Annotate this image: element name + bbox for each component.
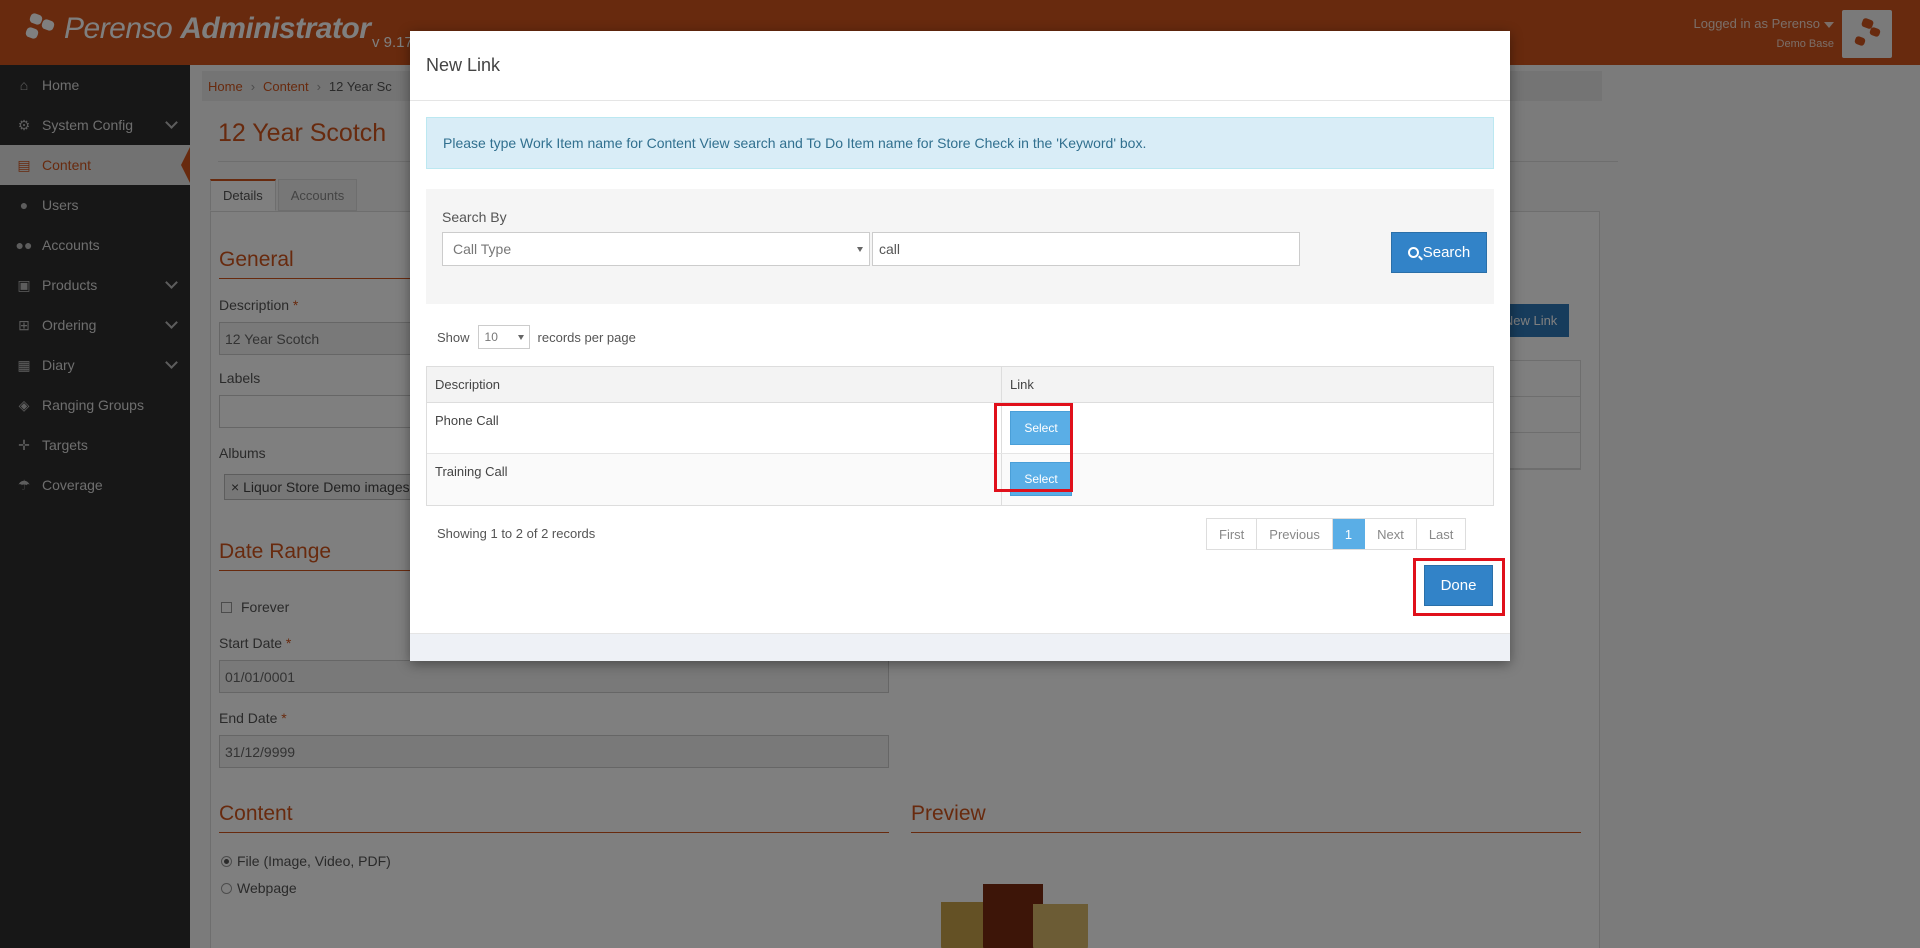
- search-icon: [1407, 247, 1419, 258]
- search-by-select[interactable]: Call Type: [442, 232, 870, 266]
- page-current[interactable]: 1: [1332, 519, 1366, 549]
- row-description: Phone Call: [427, 403, 1002, 453]
- caret-down-icon: [857, 247, 863, 252]
- search-by-label: Search By: [442, 209, 507, 225]
- modal-title: New Link: [426, 55, 501, 75]
- records-per-page-label: records per page: [537, 329, 636, 345]
- page-previous[interactable]: Previous: [1257, 519, 1333, 549]
- highlight-done-button: [1413, 558, 1505, 616]
- row-description: Training Call: [427, 454, 1002, 505]
- info-alert: Please type Work Item name for Content V…: [426, 117, 1494, 169]
- pagination: First Previous 1 Next Last: [1206, 518, 1467, 550]
- page-length-control: Show 10 records per page: [437, 325, 636, 349]
- column-link[interactable]: Link: [1002, 367, 1493, 402]
- column-description[interactable]: Description: [427, 367, 1002, 402]
- page-last[interactable]: Last: [1416, 519, 1466, 549]
- page-first[interactable]: First: [1207, 519, 1258, 549]
- row-link-cell: Select: [1002, 403, 1493, 453]
- modal-header: New Link: [410, 31, 1510, 101]
- row-link-cell: Select: [1002, 454, 1493, 505]
- table-row: Training Call Select: [427, 454, 1493, 505]
- show-label: Show: [437, 329, 470, 345]
- keyword-input[interactable]: call: [872, 232, 1300, 266]
- caret-down-icon: [517, 335, 524, 340]
- modal-footer: [410, 633, 1510, 661]
- new-link-modal: New Link Please type Work Item name for …: [410, 31, 1510, 661]
- table-header: Description Link: [427, 367, 1493, 403]
- page-next[interactable]: Next: [1365, 519, 1417, 549]
- table-row: Phone Call Select: [427, 403, 1493, 454]
- highlight-select-buttons: [994, 403, 1073, 492]
- table-info: Showing 1 to 2 of 2 records: [437, 526, 596, 541]
- search-button[interactable]: Search: [1391, 232, 1487, 273]
- page-length-select[interactable]: 10: [477, 325, 530, 349]
- results-table: Description Link Phone Call Select Train…: [426, 366, 1494, 506]
- search-panel: Search By Call Type call Search: [426, 189, 1494, 304]
